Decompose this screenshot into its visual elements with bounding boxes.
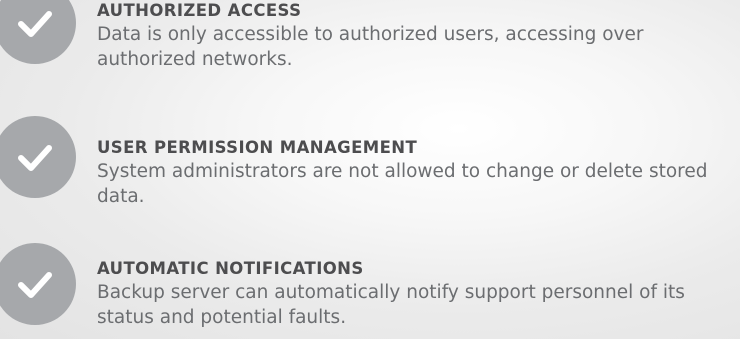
feature-title: AUTHORIZED ACCESS: [97, 1, 302, 20]
feature-text: AUTOMATIC NOTIFICATIONS Backup server ca…: [97, 258, 740, 330]
checkmark-icon: [18, 272, 52, 298]
checkmark-icon: [18, 11, 52, 37]
feature-description: Backup server can automatically notify s…: [97, 282, 685, 328]
feature-description: Data is only accessible to authorized us…: [97, 24, 644, 70]
checkmark-icon: [18, 145, 52, 171]
feature-text: AUTHORIZED ACCESS Data is only accessibl…: [97, 0, 740, 72]
feature-title: USER PERMISSION MANAGEMENT: [97, 138, 418, 157]
check-circle-icon: [0, 0, 76, 64]
feature-description: System administrators are not allowed to…: [97, 161, 708, 207]
feature-list: AUTHORIZED ACCESS Data is only accessibl…: [0, 0, 740, 339]
check-circle-icon: [0, 243, 76, 325]
feature-text: USER PERMISSION MANAGEMENT System admini…: [97, 137, 740, 209]
feature-title: AUTOMATIC NOTIFICATIONS: [97, 259, 364, 278]
check-circle-icon: [0, 116, 76, 198]
